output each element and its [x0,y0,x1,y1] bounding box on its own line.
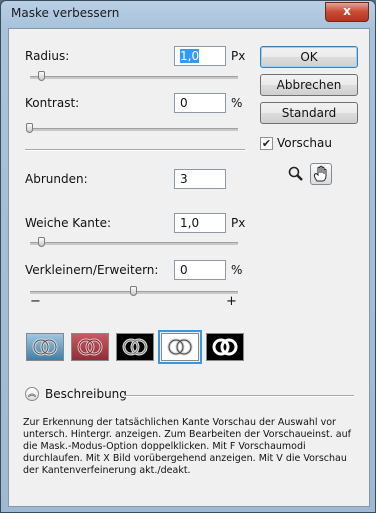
verkleinern-unit: % [231,263,243,277]
radius-label: Radius: [25,49,70,63]
dialog-window: Maske verbessern x Radius: 1,0 Px Kontra… [0,0,376,513]
window-title: Maske verbessern [11,6,120,20]
hand-icon[interactable] [310,163,332,185]
close-button[interactable]: x [325,2,369,22]
weiche-kante-slider-track[interactable] [30,242,238,245]
zoom-icon[interactable] [285,163,307,185]
abrunden-input[interactable]: 3 [174,169,226,189]
mask-mode-thumbnail[interactable] [206,333,244,361]
radius-unit: Px [231,49,246,63]
abrunden-label: Abrunden: [25,172,88,186]
kontrast-slider-thumb[interactable] [26,123,33,133]
standard-mode-thumbnail[interactable] [26,333,64,361]
separator [25,149,245,151]
radius-value: 1,0 [180,49,200,63]
weiche-kante-unit: Px [231,216,246,230]
quick-mask-mode-thumbnail[interactable] [71,333,109,361]
title-bar[interactable]: Maske verbessern x [1,1,375,27]
vorschau-label: Vorschau [277,136,332,150]
ok-button[interactable]: OK [260,46,358,68]
radius-input[interactable]: 1,0 [174,46,226,66]
radius-slider-thumb[interactable] [38,71,46,81]
vorschau-checkbox[interactable]: ✔ [260,137,273,150]
kontrast-input[interactable]: 0 [174,93,226,113]
beschreibung-text: Zur Erkennung der tatsächlichen Kante Vo… [23,417,351,476]
beschreibung-toggle-icon[interactable]: ︽ [25,387,39,401]
beschreibung-label: Beschreibung [45,387,127,401]
weiche-kante-input[interactable]: 1,0 [174,213,226,233]
dialog-content: Radius: 1,0 Px Kontrast: 0 % Abrunden: 3… [8,28,370,507]
beschreibung-separator [124,395,354,397]
kontrast-label: Kontrast: [25,96,80,110]
on-white-mode-thumbnail[interactable] [158,330,202,364]
verkleinern-label: Verkleinern/Erweitern: [25,263,159,277]
weiche-kante-label: Weiche Kante: [25,216,112,230]
radius-slider-track[interactable] [30,76,238,79]
standard-button[interactable]: Standard [260,102,358,124]
verkleinern-slider-thumb[interactable] [130,286,137,296]
abbrechen-button[interactable]: Abbrechen [260,74,358,96]
on-black-mode-thumbnail[interactable] [116,333,154,361]
plus-label: + [226,294,237,309]
weiche-kante-slider-thumb[interactable] [38,237,46,247]
minus-label: − [30,294,41,309]
verkleinern-input[interactable]: 0 [174,260,226,280]
kontrast-unit: % [231,96,243,110]
kontrast-slider-track[interactable] [30,128,238,131]
